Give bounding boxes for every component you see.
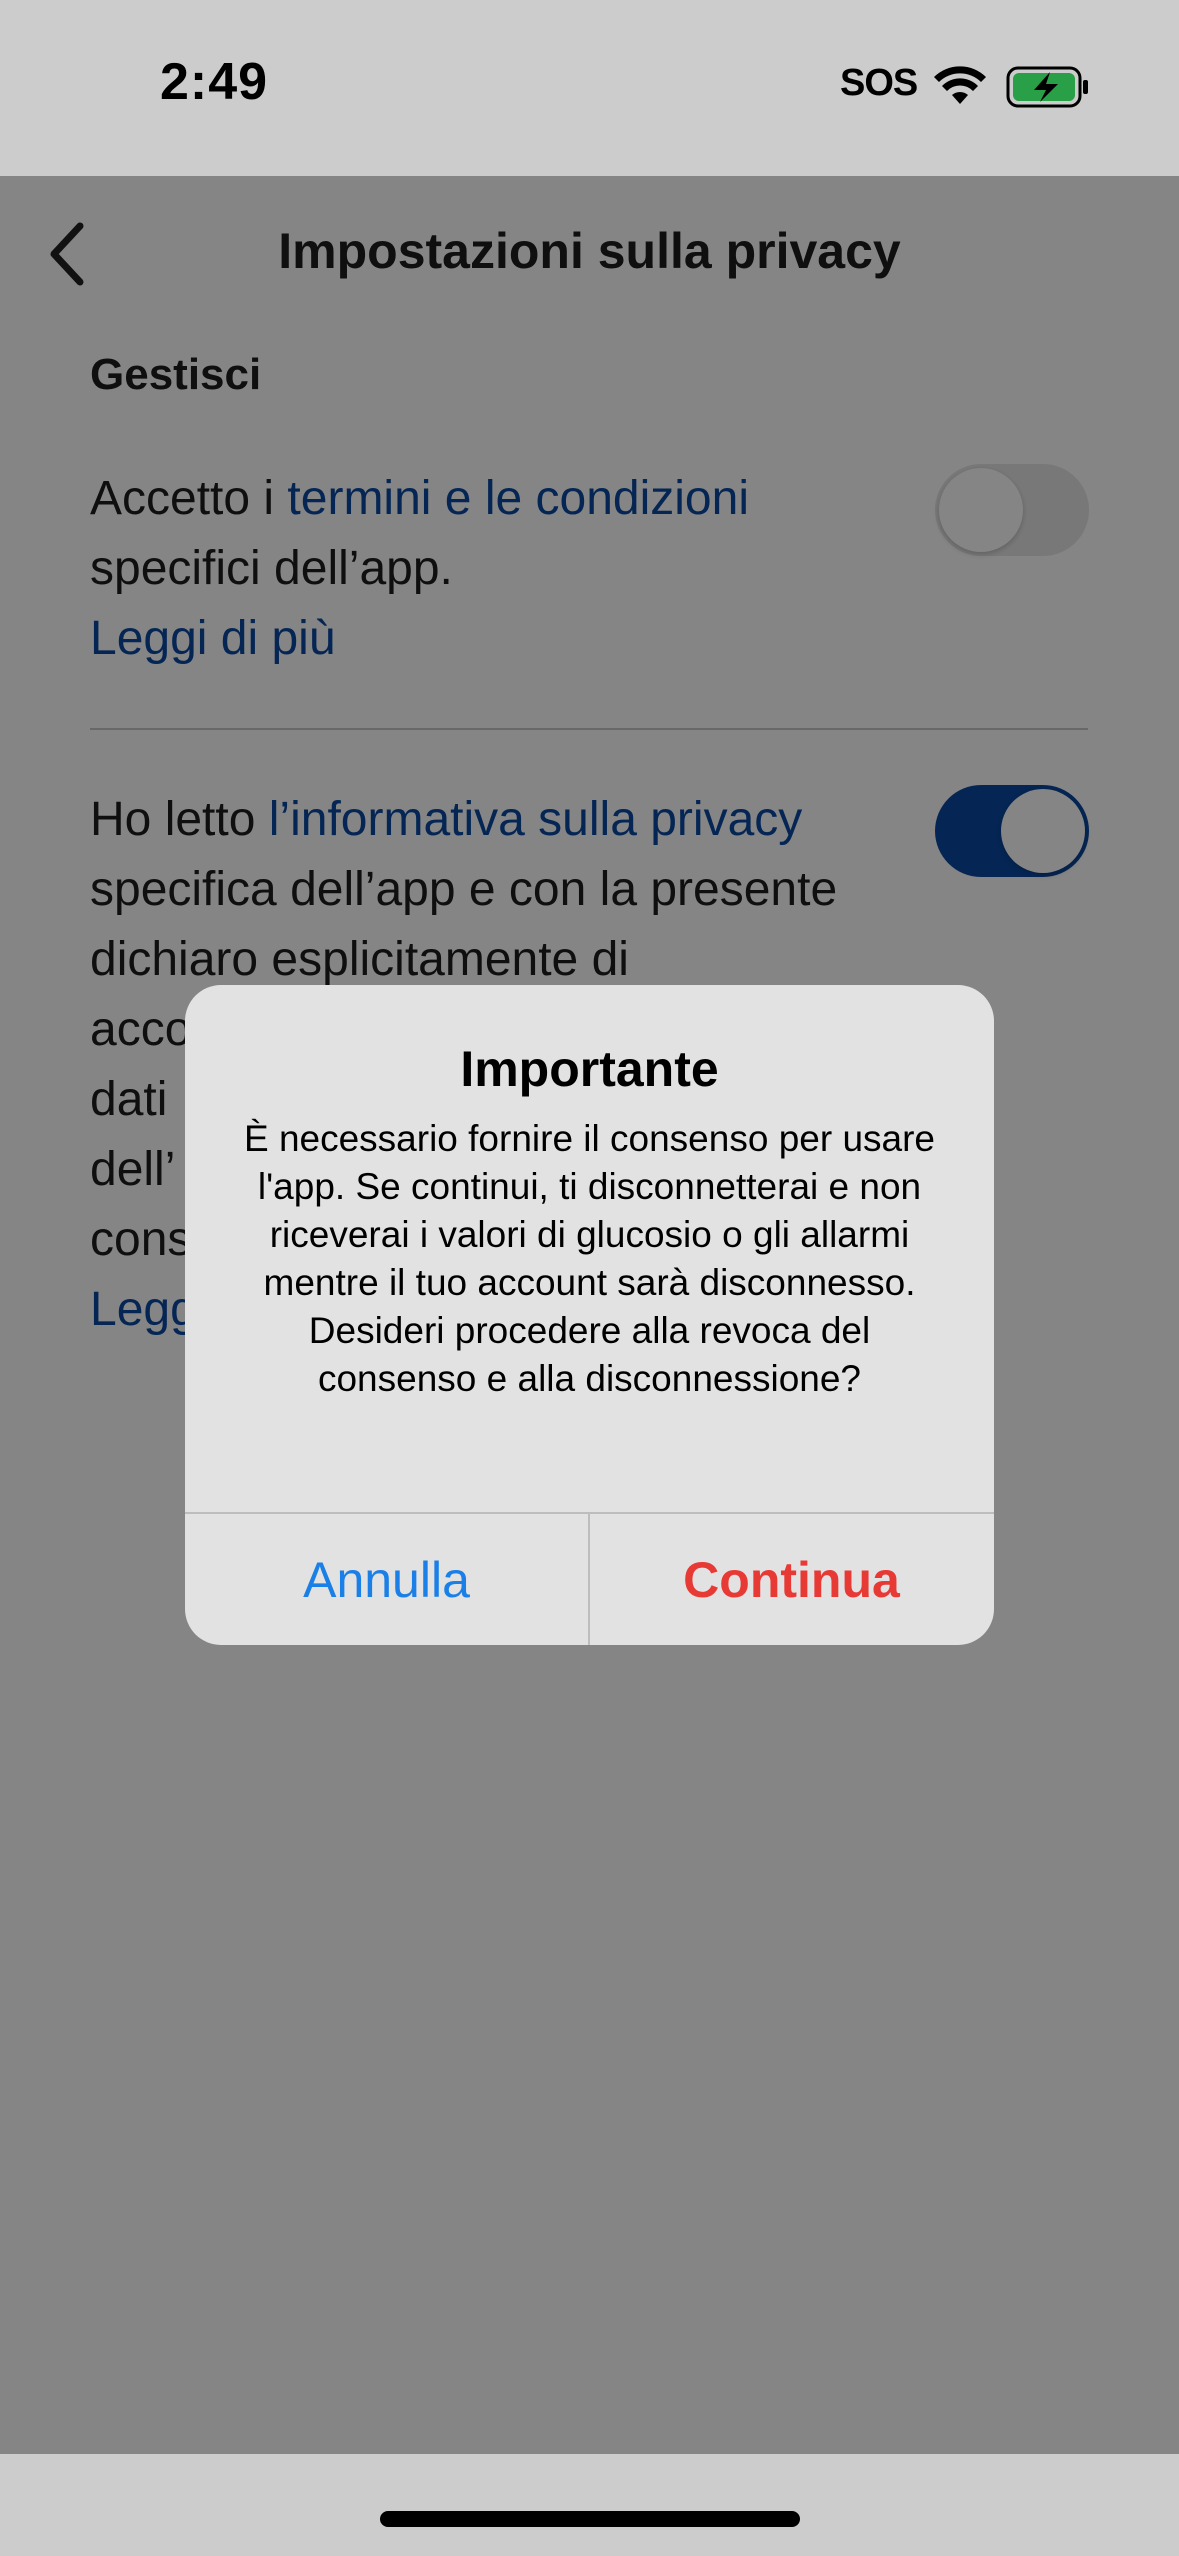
home-indicator bbox=[380, 2511, 800, 2527]
alert-dialog: Importante È necessario fornire il conse… bbox=[185, 985, 994, 1645]
alert-title: Importante bbox=[460, 1041, 719, 1097]
continue-button[interactable]: Continua bbox=[590, 1514, 993, 1645]
alert-message: È necessario fornire il consenso per usa… bbox=[243, 1118, 936, 1399]
cancel-button[interactable]: Annulla bbox=[185, 1514, 588, 1645]
